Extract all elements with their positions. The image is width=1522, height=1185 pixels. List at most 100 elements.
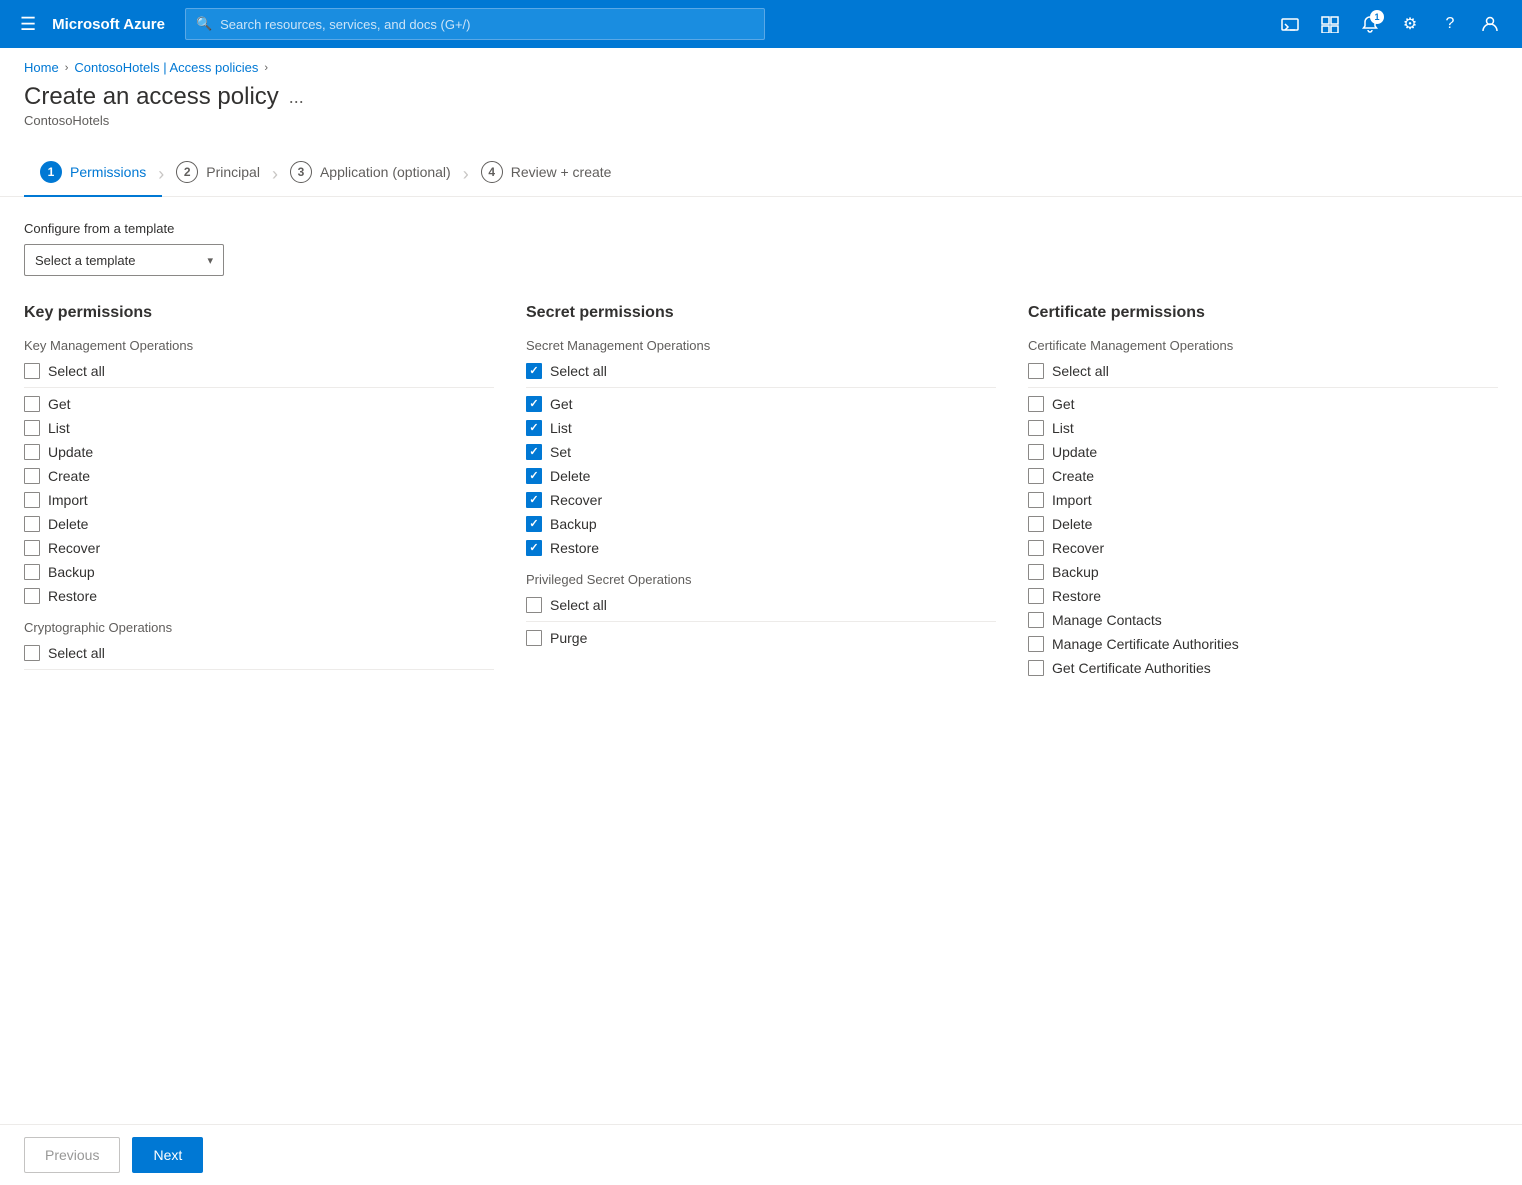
cert-select-all-label[interactable]: Select all [1052, 363, 1109, 379]
secret-list-checkbox[interactable] [526, 420, 542, 436]
key-delete-label[interactable]: Delete [48, 516, 88, 532]
key-import-label[interactable]: Import [48, 492, 88, 508]
certificate-permissions-column: Certificate permissions Certificate Mana… [1028, 304, 1498, 684]
cert-update-label[interactable]: Update [1052, 444, 1097, 460]
tab-num-4: 4 [481, 161, 503, 183]
cert-import-checkbox[interactable] [1028, 492, 1044, 508]
cert-get-ca-label[interactable]: Get Certificate Authorities [1052, 660, 1211, 676]
secret-delete-label[interactable]: Delete [550, 468, 590, 484]
portal-menu-icon[interactable] [1314, 8, 1346, 40]
secret-backup-label[interactable]: Backup [550, 516, 597, 532]
key-create-row: Create [24, 468, 494, 484]
cert-list-checkbox[interactable] [1028, 420, 1044, 436]
settings-icon[interactable]: ⚙ [1394, 8, 1426, 40]
key-crypto-select-all-checkbox[interactable] [24, 645, 40, 661]
more-options-icon[interactable]: ... [289, 87, 304, 108]
cloud-shell-icon[interactable] [1274, 8, 1306, 40]
breadcrumb-sep-2: › [264, 62, 268, 74]
cert-create-label[interactable]: Create [1052, 468, 1094, 484]
key-get-checkbox[interactable] [24, 396, 40, 412]
cert-manage-ca-checkbox[interactable] [1028, 636, 1044, 652]
key-backup-label[interactable]: Backup [48, 564, 95, 580]
secret-recover-checkbox[interactable] [526, 492, 542, 508]
breadcrumb-home[interactable]: Home [24, 60, 59, 75]
key-create-checkbox[interactable] [24, 468, 40, 484]
tab-label-permissions: Permissions [70, 164, 146, 180]
cert-delete-row: Delete [1028, 516, 1498, 532]
cert-restore-label[interactable]: Restore [1052, 588, 1101, 604]
key-recover-label[interactable]: Recover [48, 540, 100, 556]
cert-manage-ca-label[interactable]: Manage Certificate Authorities [1052, 636, 1239, 652]
secret-set-checkbox[interactable] [526, 444, 542, 460]
tab-num-1: 1 [40, 161, 62, 183]
breadcrumb-parent[interactable]: ContosoHotels | Access policies [74, 60, 258, 75]
cert-manage-contacts-label[interactable]: Manage Contacts [1052, 612, 1162, 628]
key-create-label[interactable]: Create [48, 468, 90, 484]
secret-purge-checkbox[interactable] [526, 630, 542, 646]
cert-select-all-checkbox[interactable] [1028, 363, 1044, 379]
secret-recover-label[interactable]: Recover [550, 492, 602, 508]
secret-purge-label[interactable]: Purge [550, 630, 587, 646]
secret-select-all-checkbox[interactable] [526, 363, 542, 379]
key-select-all-checkbox[interactable] [24, 363, 40, 379]
tab-application[interactable]: 3 Application (optional) [274, 153, 467, 197]
cert-recover-label[interactable]: Recover [1052, 540, 1104, 556]
help-icon[interactable]: ? [1434, 8, 1466, 40]
secret-set-label[interactable]: Set [550, 444, 571, 460]
secret-priv-select-all-label[interactable]: Select all [550, 597, 607, 613]
secret-select-all-label[interactable]: Select all [550, 363, 607, 379]
key-restore-checkbox[interactable] [24, 588, 40, 604]
tab-permissions[interactable]: 1 Permissions [24, 153, 162, 197]
secret-list-label[interactable]: List [550, 420, 572, 436]
key-restore-label[interactable]: Restore [48, 588, 97, 604]
hamburger-icon[interactable]: ☰ [16, 10, 40, 39]
account-icon[interactable] [1474, 8, 1506, 40]
cert-update-checkbox[interactable] [1028, 444, 1044, 460]
cert-get-checkbox[interactable] [1028, 396, 1044, 412]
search-box[interactable]: 🔍 Search resources, services, and docs (… [185, 8, 765, 40]
previous-button[interactable]: Previous [24, 1137, 120, 1173]
cert-backup-label[interactable]: Backup [1052, 564, 1099, 580]
cert-import-label[interactable]: Import [1052, 492, 1092, 508]
secret-priv-select-all-checkbox[interactable] [526, 597, 542, 613]
cert-manage-contacts-checkbox[interactable] [1028, 612, 1044, 628]
secret-restore-checkbox[interactable] [526, 540, 542, 556]
cert-create-row: Create [1028, 468, 1498, 484]
key-import-checkbox[interactable] [24, 492, 40, 508]
template-dropdown[interactable]: Select a template ▾ [24, 244, 224, 276]
secret-set-row: Set [526, 444, 996, 460]
key-backup-checkbox[interactable] [24, 564, 40, 580]
next-button[interactable]: Next [132, 1137, 203, 1173]
cert-backup-checkbox[interactable] [1028, 564, 1044, 580]
key-crypto-select-all-label[interactable]: Select all [48, 645, 105, 661]
key-get-label[interactable]: Get [48, 396, 71, 412]
page-title: Create an access policy [24, 83, 279, 111]
secret-delete-checkbox[interactable] [526, 468, 542, 484]
key-list-label[interactable]: List [48, 420, 70, 436]
notifications-icon[interactable]: 1 [1354, 8, 1386, 40]
secret-restore-label[interactable]: Restore [550, 540, 599, 556]
template-label: Configure from a template [24, 221, 1498, 236]
tab-review[interactable]: 4 Review + create [465, 153, 628, 197]
tab-principal[interactable]: 2 Principal [160, 153, 276, 197]
cert-delete-checkbox[interactable] [1028, 516, 1044, 532]
key-update-label[interactable]: Update [48, 444, 93, 460]
secret-get-label[interactable]: Get [550, 396, 573, 412]
cert-list-row: List [1028, 420, 1498, 436]
cert-get-ca-checkbox[interactable] [1028, 660, 1044, 676]
key-select-all-label[interactable]: Select all [48, 363, 105, 379]
bottom-nav: Previous Next [0, 1124, 1522, 1185]
page-title-row: Create an access policy ... [24, 83, 1498, 111]
secret-backup-checkbox[interactable] [526, 516, 542, 532]
key-list-checkbox[interactable] [24, 420, 40, 436]
cert-delete-label[interactable]: Delete [1052, 516, 1092, 532]
cert-recover-checkbox[interactable] [1028, 540, 1044, 556]
key-recover-checkbox[interactable] [24, 540, 40, 556]
cert-get-label[interactable]: Get [1052, 396, 1075, 412]
cert-create-checkbox[interactable] [1028, 468, 1044, 484]
secret-get-checkbox[interactable] [526, 396, 542, 412]
key-update-checkbox[interactable] [24, 444, 40, 460]
cert-list-label[interactable]: List [1052, 420, 1074, 436]
key-delete-checkbox[interactable] [24, 516, 40, 532]
cert-restore-checkbox[interactable] [1028, 588, 1044, 604]
